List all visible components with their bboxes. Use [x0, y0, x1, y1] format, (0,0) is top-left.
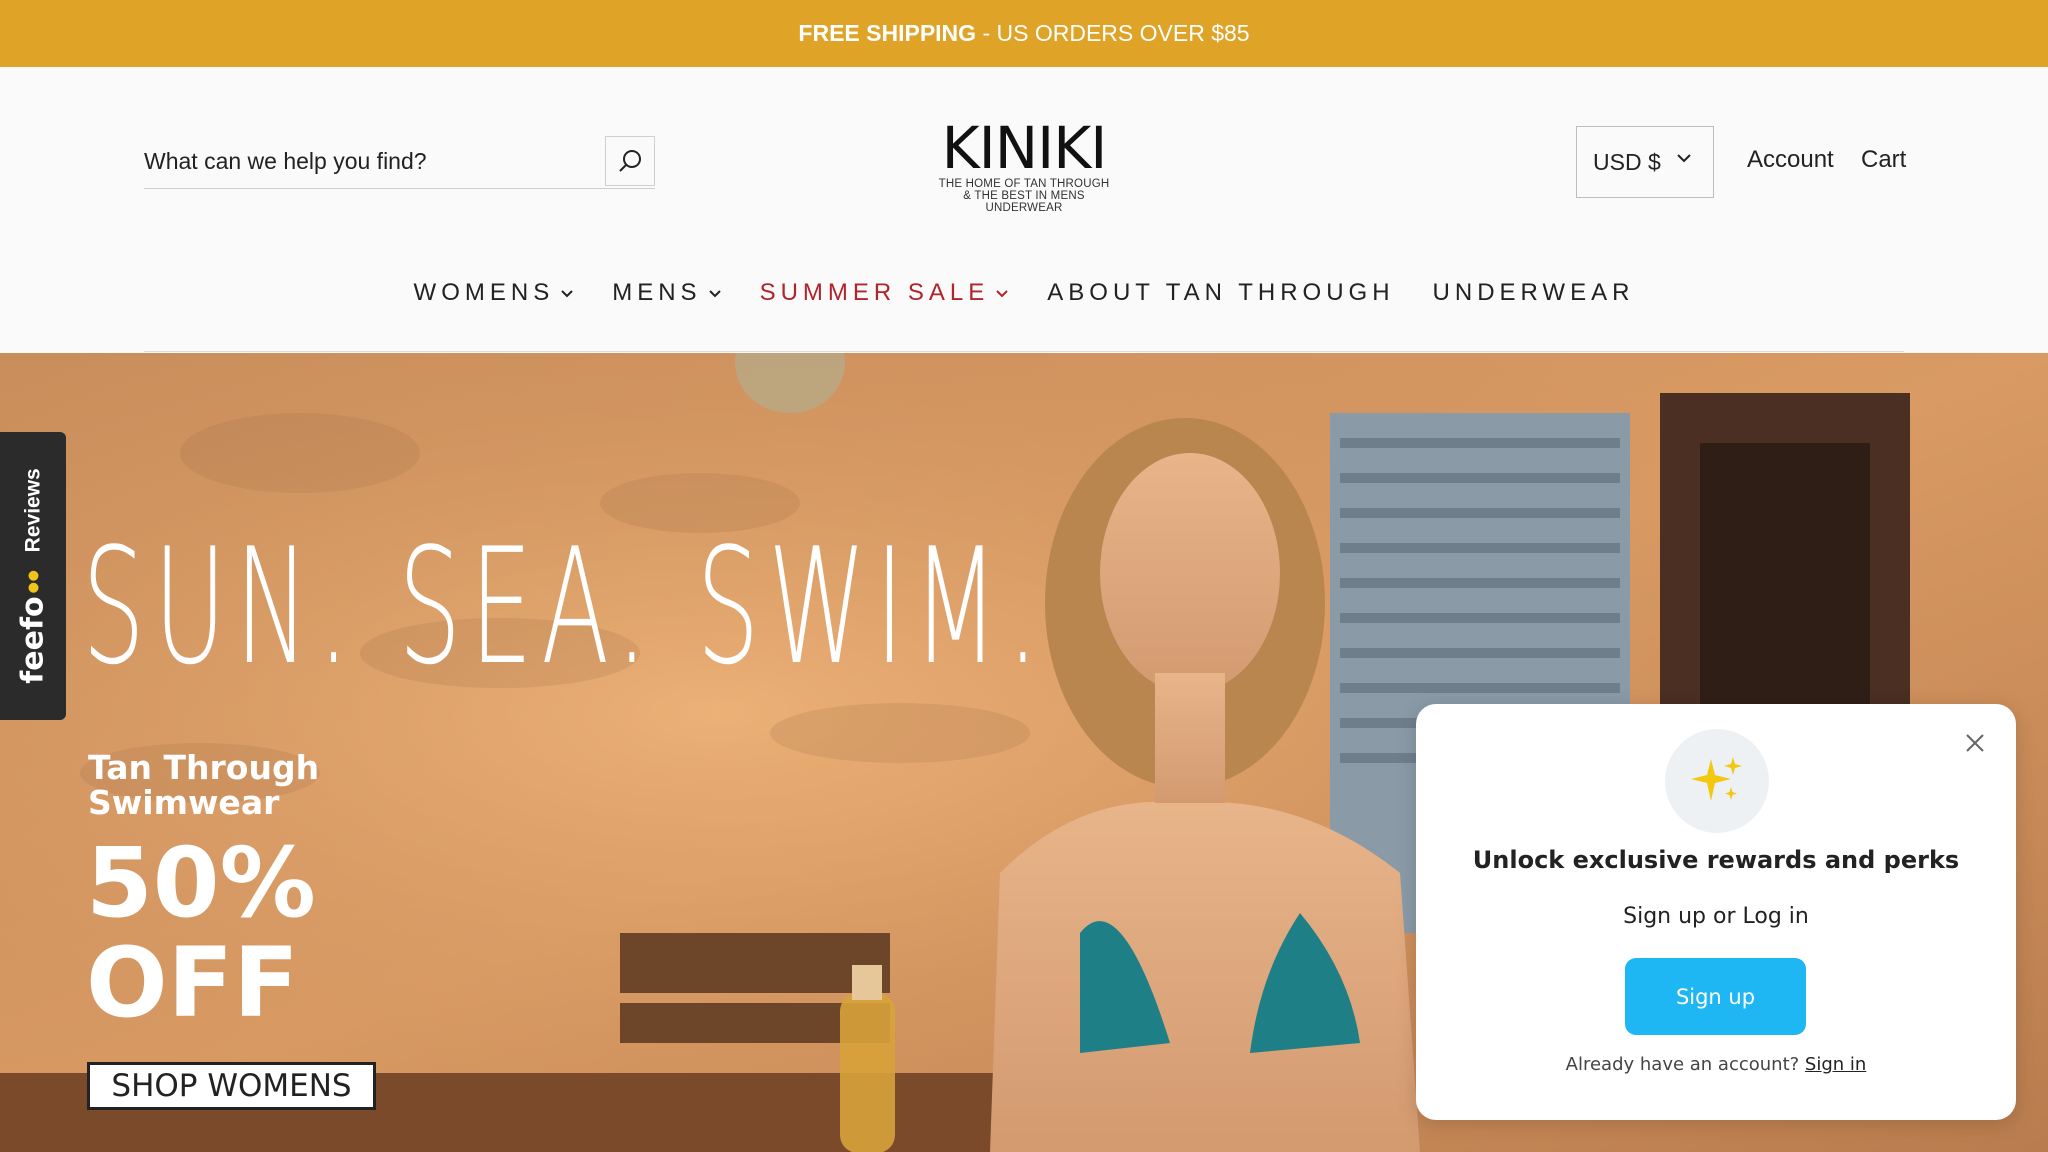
feefo-logo: feefo — [15, 570, 51, 684]
sparkles-icon — [1665, 729, 1769, 833]
popup-title: Unlock exclusive rewards and perks — [1472, 846, 1960, 874]
hero-discount: 50% OFF — [86, 833, 316, 1033]
nav-item-label: UNDERWEAR — [1432, 279, 1635, 306]
feefo-dots-icon — [28, 570, 38, 593]
hero-discount-off: OFF — [86, 927, 299, 1039]
account-link[interactable]: Account — [1747, 146, 1834, 174]
announcement-bold: FREE SHIPPING — [798, 20, 977, 46]
cart-link[interactable]: Cart — [1861, 146, 1906, 174]
search-button[interactable] — [605, 136, 655, 186]
hero-subtitle-line-1: Tan Through — [88, 748, 320, 787]
currency-value: USD $ — [1593, 148, 1661, 175]
nav-item-mens[interactable]: MENS — [612, 272, 721, 314]
close-icon[interactable] — [1962, 730, 1988, 756]
currency-selector[interactable]: USD $ — [1576, 126, 1714, 198]
logo-wordmark: KINIKI — [941, 114, 1108, 182]
nav-item-label: MENS — [612, 279, 702, 306]
header-divider — [144, 351, 1904, 352]
logo-tagline-2: & THE BEST IN MENS UNDERWEAR — [963, 190, 1085, 214]
search-input[interactable] — [144, 136, 594, 186]
search-bar — [144, 136, 655, 189]
search-icon — [619, 150, 641, 172]
sign-up-button[interactable]: Sign up — [1625, 958, 1806, 1035]
chevron-down-icon — [1677, 154, 1691, 163]
sign-in-link[interactable]: Sign in — [1805, 1054, 1866, 1075]
rewards-popup: Unlock exclusive rewards and perks Sign … — [1416, 704, 2016, 1120]
hero-subtitle-line-2: Swimwear — [88, 783, 280, 822]
nav-item-about-tan-through[interactable]: ABOUT TAN THROUGH — [1047, 272, 1394, 314]
nav-item-womens[interactable]: WOMENS — [414, 272, 575, 314]
feefo-reviews-tab[interactable]: feefo Reviews — [0, 432, 66, 720]
shop-womens-button[interactable]: SHOP WOMENS — [87, 1062, 376, 1110]
nav-item-underwear[interactable]: UNDERWEAR — [1433, 272, 1635, 314]
popup-footer: Already have an account? Sign in — [1416, 1054, 2016, 1075]
announcement-bar: FREE SHIPPING - US ORDERS OVER $85 — [0, 0, 2048, 67]
popup-subtitle: Sign up or Log in — [1623, 904, 1809, 929]
hero-subtitle: Tan Through Swimwear — [88, 750, 319, 820]
nav-item-label: ABOUT TAN THROUGH — [1047, 279, 1395, 306]
nav-item-label: WOMENS — [413, 279, 555, 306]
feefo-brand: feefo — [15, 596, 51, 684]
reviews-label: Reviews — [21, 468, 44, 553]
announcement-text: - US ORDERS OVER $85 — [976, 20, 1250, 46]
site-logo[interactable]: KINIKI THE HOME OF TAN THROUGH & THE BES… — [924, 114, 1124, 214]
hero-headline: SUN. SEA. SWIM. — [82, 513, 1048, 700]
chevron-down-icon — [561, 290, 573, 298]
main-nav: WOMENS MENS SUMMER SALE ABOUT TAN THROUG… — [0, 272, 2048, 314]
chevron-down-icon — [708, 290, 721, 298]
nav-item-label: SUMMER SALE — [759, 279, 990, 306]
nav-item-summer-sale[interactable]: SUMMER SALE — [760, 272, 1010, 314]
hero-discount-percent: 50% — [86, 827, 316, 939]
logo-tagline-1: THE HOME OF TAN THROUGH — [938, 178, 1110, 190]
popup-footer-text: Already have an account? — [1565, 1054, 1805, 1075]
chevron-down-icon — [996, 290, 1008, 298]
